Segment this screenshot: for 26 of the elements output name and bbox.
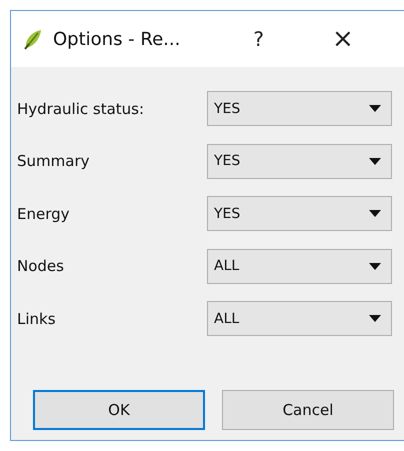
dropdown-value: YES [214, 206, 240, 222]
dropdown[interactable]: YES [207, 91, 392, 126]
ok-button[interactable]: OK [33, 390, 205, 430]
dropdown[interactable]: ALL [207, 301, 392, 336]
dropdown-value: ALL [214, 310, 240, 326]
dropdown-arrow-icon [369, 210, 381, 217]
leaf-icon [23, 28, 43, 50]
field-label: Summary [17, 152, 90, 170]
dropdown-arrow-icon [369, 262, 381, 270]
dropdown-arrow-icon [369, 315, 381, 322]
dropdown-value: ALL [214, 258, 240, 274]
dropdown[interactable]: ALL [207, 248, 392, 284]
dropdown-arrow-icon [369, 158, 381, 164]
window-title: Options - Re... [53, 28, 180, 50]
close-button[interactable]: × [324, 24, 362, 54]
cancel-button[interactable]: Cancel [222, 390, 394, 430]
field-label: Hydraulic status: [17, 100, 146, 118]
dropdown[interactable]: YES [207, 144, 392, 178]
help-button[interactable]: ? [253, 27, 264, 51]
dropdown-arrow-icon [369, 105, 381, 112]
field-label: Energy [17, 204, 71, 222]
field-label: Links [17, 310, 57, 328]
dropdown-value: YES [214, 153, 240, 169]
field-label: Nodes [17, 257, 65, 275]
dropdown[interactable]: YES [207, 196, 392, 231]
dropdown-value: YES [214, 100, 240, 116]
